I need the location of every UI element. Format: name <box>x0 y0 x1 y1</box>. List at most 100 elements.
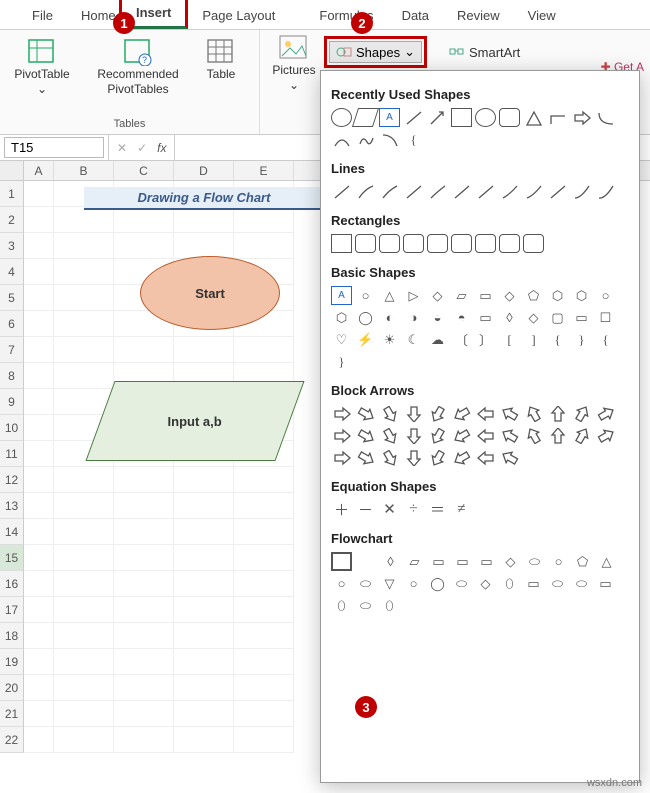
line-shape[interactable] <box>331 182 352 201</box>
basic-shape[interactable]: △ <box>379 286 400 305</box>
flow-shape[interactable]: ⬭ <box>451 574 472 593</box>
basic-shape[interactable]: ◇ <box>523 308 544 327</box>
pictures-button[interactable]: Pictures ⌄ <box>266 34 322 92</box>
row-header-7[interactable]: 7 <box>0 337 24 363</box>
basic-shape[interactable]: ○ <box>595 286 616 305</box>
line-shape[interactable] <box>355 182 376 201</box>
tab-formulas[interactable]: Formulas <box>289 2 387 29</box>
line-shape[interactable] <box>451 182 472 201</box>
rect-shape[interactable] <box>523 234 544 253</box>
shape-roundrect[interactable] <box>499 108 520 127</box>
eq-shape[interactable]: ÷ <box>403 500 424 519</box>
basic-shape[interactable]: ♡ <box>331 330 352 349</box>
flow-shape[interactable]: ⬭ <box>547 574 568 593</box>
basic-shape[interactable]: ▱ <box>451 286 472 305</box>
flow-shape[interactable]: ⬯ <box>331 596 352 615</box>
basic-shape[interactable]: ] <box>523 330 544 349</box>
row-header-21[interactable]: 21 <box>0 701 24 727</box>
tab-review[interactable]: Review <box>443 2 514 29</box>
arrow-shape[interactable] <box>571 426 592 445</box>
arrow-shape[interactable] <box>571 404 592 423</box>
row-header-4[interactable]: 4 <box>0 259 24 285</box>
arrow-shape[interactable] <box>499 448 520 467</box>
flow-shape[interactable]: ◯ <box>427 574 448 593</box>
flow-shape[interactable]: ○ <box>548 552 569 571</box>
fx-label[interactable]: fx <box>157 141 166 155</box>
flow-shape[interactable]: ⬭ <box>355 596 376 615</box>
tab-pagelayout[interactable]: Page Layout <box>188 2 289 29</box>
row-header-8[interactable]: 8 <box>0 363 24 389</box>
tab-data[interactable]: Data <box>388 2 443 29</box>
flow-shape[interactable]: ▭ <box>476 552 497 571</box>
row-header-14[interactable]: 14 <box>0 519 24 545</box>
rect-shape[interactable] <box>499 234 520 253</box>
arrow-shape[interactable] <box>475 404 496 423</box>
eq-shape[interactable]: ✕ <box>379 500 400 519</box>
eq-shape[interactable]: ＋ <box>331 500 352 519</box>
basic-shape[interactable]: ◒ <box>427 308 448 327</box>
shape-oval[interactable] <box>331 108 352 127</box>
tab-view[interactable]: View <box>514 2 570 29</box>
eq-shape[interactable]: ≠ <box>451 500 472 519</box>
flow-shape[interactable]: ▭ <box>428 552 449 571</box>
arrow-shape[interactable] <box>355 404 376 423</box>
rect-shape[interactable] <box>427 234 448 253</box>
line-shape[interactable] <box>403 182 424 201</box>
col-B[interactable]: B <box>54 161 114 180</box>
row-header-17[interactable]: 17 <box>0 597 24 623</box>
basic-shape[interactable]: ◯ <box>355 308 376 327</box>
basic-shape[interactable]: ○ <box>355 286 376 305</box>
flow-shape[interactable]: △ <box>596 552 617 571</box>
flow-shape[interactable]: ⬯ <box>499 574 520 593</box>
eq-shape[interactable]: ＝ <box>427 500 448 519</box>
line-shape[interactable] <box>427 182 448 201</box>
col-C[interactable]: C <box>114 161 174 180</box>
line-shape[interactable] <box>547 182 568 201</box>
basic-shape[interactable]: ◑ <box>403 308 424 327</box>
line-shape[interactable] <box>379 182 400 201</box>
basic-shape[interactable]: { <box>547 330 568 349</box>
basic-shape[interactable]: } <box>331 352 352 371</box>
row-header-22[interactable]: 22 <box>0 727 24 753</box>
flow-shape[interactable]: ⬭ <box>524 552 545 571</box>
flow-shape[interactable]: ◇ <box>475 574 496 593</box>
basic-shape[interactable]: ☐ <box>595 308 616 327</box>
flow-shape[interactable]: ◇ <box>500 552 521 571</box>
row-header-18[interactable]: 18 <box>0 623 24 649</box>
rect-shape[interactable] <box>403 234 424 253</box>
arrow-shape[interactable] <box>523 426 544 445</box>
arrow-shape[interactable] <box>451 448 472 467</box>
flowchart-start-shape[interactable]: Start <box>140 256 280 330</box>
arrow-shape[interactable] <box>499 426 520 445</box>
arrow-shape[interactable] <box>499 404 520 423</box>
basic-shape[interactable]: ☁ <box>427 330 448 349</box>
shape-freeform[interactable] <box>355 130 376 149</box>
arrow-shape[interactable] <box>427 404 448 423</box>
row-header-9[interactable]: 9 <box>0 389 24 415</box>
shape-triangle[interactable] <box>523 108 544 127</box>
arrow-shape[interactable] <box>547 426 568 445</box>
shape-curve3[interactable] <box>379 130 400 149</box>
arrow-shape[interactable] <box>379 426 400 445</box>
rect-shape[interactable] <box>451 234 472 253</box>
basic-shape[interactable]: ☀ <box>379 330 400 349</box>
arrow-shape[interactable] <box>355 426 376 445</box>
shape-line[interactable] <box>403 108 424 127</box>
line-shape[interactable] <box>571 182 592 201</box>
select-all-corner[interactable] <box>0 161 24 180</box>
shape-parallelogram[interactable] <box>352 108 379 127</box>
line-shape[interactable] <box>595 182 616 201</box>
shape-lbrace[interactable]: { <box>403 130 424 149</box>
basic-shape[interactable]: ▭ <box>475 286 496 305</box>
cancel-icon[interactable]: ✕ <box>117 141 127 155</box>
basic-shape[interactable]: ▭ <box>571 308 592 327</box>
eq-shape[interactable]: － <box>355 500 376 519</box>
basic-shape[interactable]: ⬠ <box>523 286 544 305</box>
row-header-2[interactable]: 2 <box>0 207 24 233</box>
enter-icon[interactable]: ✓ <box>137 141 147 155</box>
basic-shape[interactable]: ▭ <box>475 308 496 327</box>
basic-shape[interactable]: ▷ <box>403 286 424 305</box>
flow-shape[interactable]: ▭ <box>595 574 616 593</box>
flow-shape[interactable]: ◊ <box>380 552 401 571</box>
flow-shape[interactable]: ⬯ <box>379 596 400 615</box>
